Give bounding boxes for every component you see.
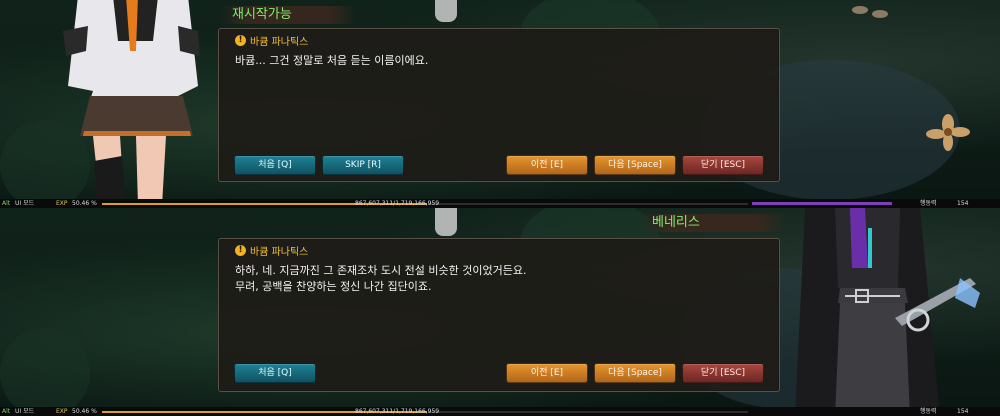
npc-nameplate: 재시작가능 [220,6,357,24]
exp-value: 867,607,311/1,719,166,959 [355,200,440,207]
speaker-label: ! 바큠 파나틱스 [235,242,308,258]
close-button[interactable]: 닫기 [ESC] [682,155,764,175]
exp-track [428,203,748,205]
stamina-value: 154 [957,408,969,415]
dialogue-line: 바큠... 그건 정말로 처음 듣는 이름이에요. [235,54,429,67]
dialogue-line: 무려, 공백을 찬양하는 정신 나간 집단이죠. [235,280,432,293]
dialogue-box: ! 바큠 파나틱스 하하, 네. 지금까진 그 존재조차 도시 전설 비슷한 것… [218,238,780,392]
stamina-bar [752,202,892,205]
alt-tag: Alt [2,200,11,207]
speaker-name: 바큠 파나틱스 [250,36,309,48]
status-bar: Alt UI 모드 EXP 50.46 % 867,607,311/1,719,… [0,407,1000,416]
prev-button[interactable]: 이전 [E] [506,155,588,175]
next-button[interactable]: 다음 [Space] [594,155,676,175]
next-button[interactable]: 다음 [Space] [594,363,676,383]
alt-tag: Alt [2,408,11,415]
npc-figure-partial [435,0,457,22]
speaker-name: 바큠 파나틱스 [250,246,309,258]
dialogue-box: ! 바큠 파나틱스 바큠... 그건 정말로 처음 듣는 이름이에요. 처음 [… [218,28,780,182]
npc-nameplate: 베네리스 [640,214,787,232]
exclamation-circle-icon: ! [235,244,246,256]
stamina-label: 행동력 [920,200,937,207]
status-bar: Alt UI 모드 EXP 50.46 % 867,607,311/1,719,… [0,199,1000,208]
close-button[interactable]: 닫기 [ESC] [682,363,764,383]
ui-mode-toggle[interactable]: UI 모드 [15,407,34,416]
character-portrait-left [63,0,200,208]
flower-icon [852,6,888,18]
dialogue-scene-2: 베네리스 ! 바큠 파나틱스 하하, 네. 지금까진 그 존재조차 도시 전설 … [0,208,1000,416]
exp-track [428,411,748,413]
stamina-label: 행동력 [920,408,937,415]
exp-value: 867,607,311/1,719,166,959 [355,408,440,415]
skip-button[interactable]: SKIP [R] [322,155,404,175]
exp-label: EXP [56,408,68,415]
exp-label: EXP [56,200,68,207]
ui-mode-toggle[interactable]: UI 모드 [15,199,34,208]
character-portrait-right [795,208,980,416]
flower-icon [926,114,970,151]
exp-percent: 50.46 % [72,408,97,415]
prev-button[interactable]: 이전 [E] [506,363,588,383]
first-button[interactable]: 처음 [Q] [234,155,316,175]
exclamation-circle-icon: ! [235,34,246,46]
dialogue-scene-1: 재시작가능 ! 바큠 파나틱스 바큠... 그건 정말로 처음 듣는 이름이에요… [0,0,1000,208]
first-button[interactable]: 처음 [Q] [234,363,316,383]
speaker-label: ! 바큠 파나틱스 [235,32,308,48]
exp-percent: 50.46 % [72,200,97,207]
dialogue-line: 하하, 네. 지금까진 그 존재조차 도시 전설 비슷한 것이었거든요. [235,264,527,277]
stamina-value: 154 [957,200,969,207]
foliage-shape [0,328,90,416]
npc-figure-partial [435,208,457,236]
